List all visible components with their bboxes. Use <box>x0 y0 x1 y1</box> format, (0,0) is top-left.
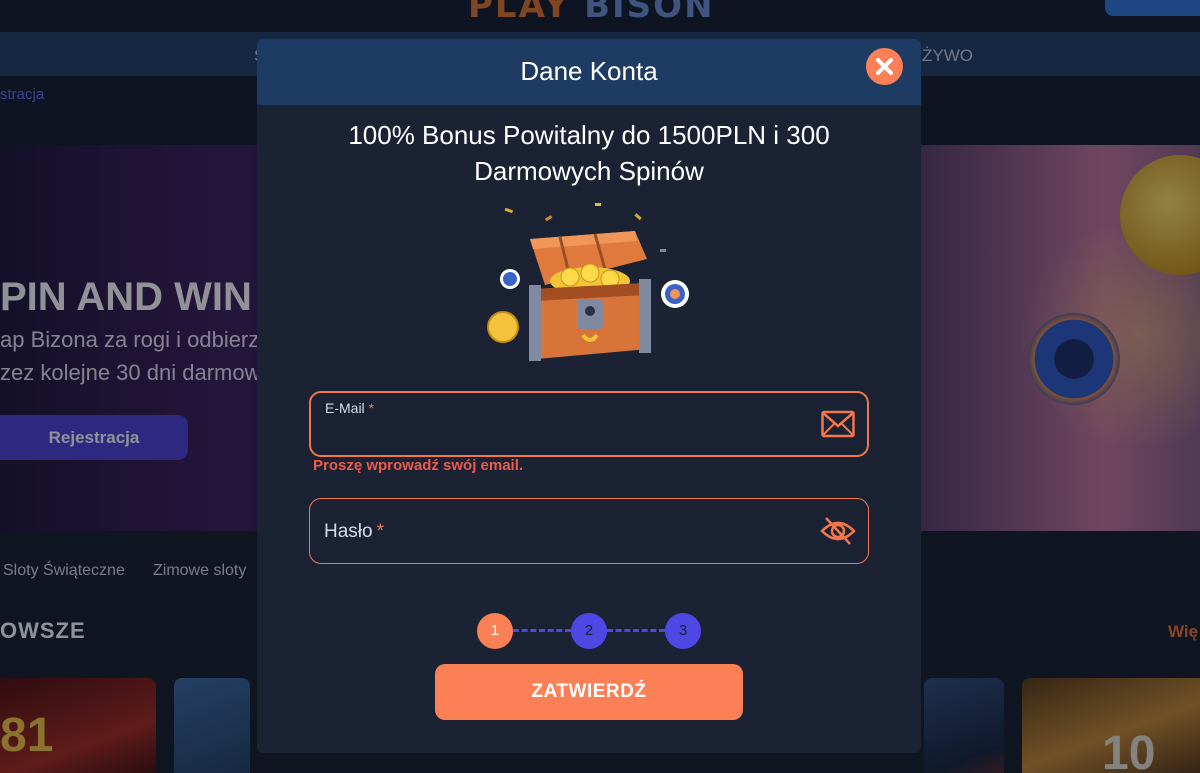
close-icon <box>876 58 893 75</box>
eye-off-icon[interactable] <box>820 515 856 547</box>
step-1: 1 <box>477 613 513 649</box>
stepper-connector <box>607 629 665 632</box>
bonus-offer-text: 100% Bonus Powitalny do 1500PLN i 300 Da… <box>348 120 830 186</box>
email-label: E-Mail * <box>325 400 375 416</box>
password-label: Hasło * <box>324 521 384 542</box>
progress-stepper: 1 2 3 <box>477 611 703 649</box>
email-error-message: Proszę wprowadź swój email. <box>313 457 524 474</box>
password-field[interactable]: Hasło * <box>309 498 869 564</box>
step-3: 3 <box>665 613 701 649</box>
stepper-connector <box>513 629 571 632</box>
modal-header: Dane Konta <box>257 39 921 105</box>
treasure-chest-icon <box>487 203 689 361</box>
submit-button[interactable]: ZATWIERDŹ <box>435 664 743 720</box>
modal-title: Dane Konta <box>520 56 658 86</box>
email-field[interactable]: E-Mail * <box>309 391 869 457</box>
envelope-icon <box>821 410 855 438</box>
step-2: 2 <box>571 613 607 649</box>
close-button[interactable] <box>866 48 903 85</box>
account-details-modal: Dane Konta 100% Bonus Powitalny do 1500P… <box>257 39 921 753</box>
